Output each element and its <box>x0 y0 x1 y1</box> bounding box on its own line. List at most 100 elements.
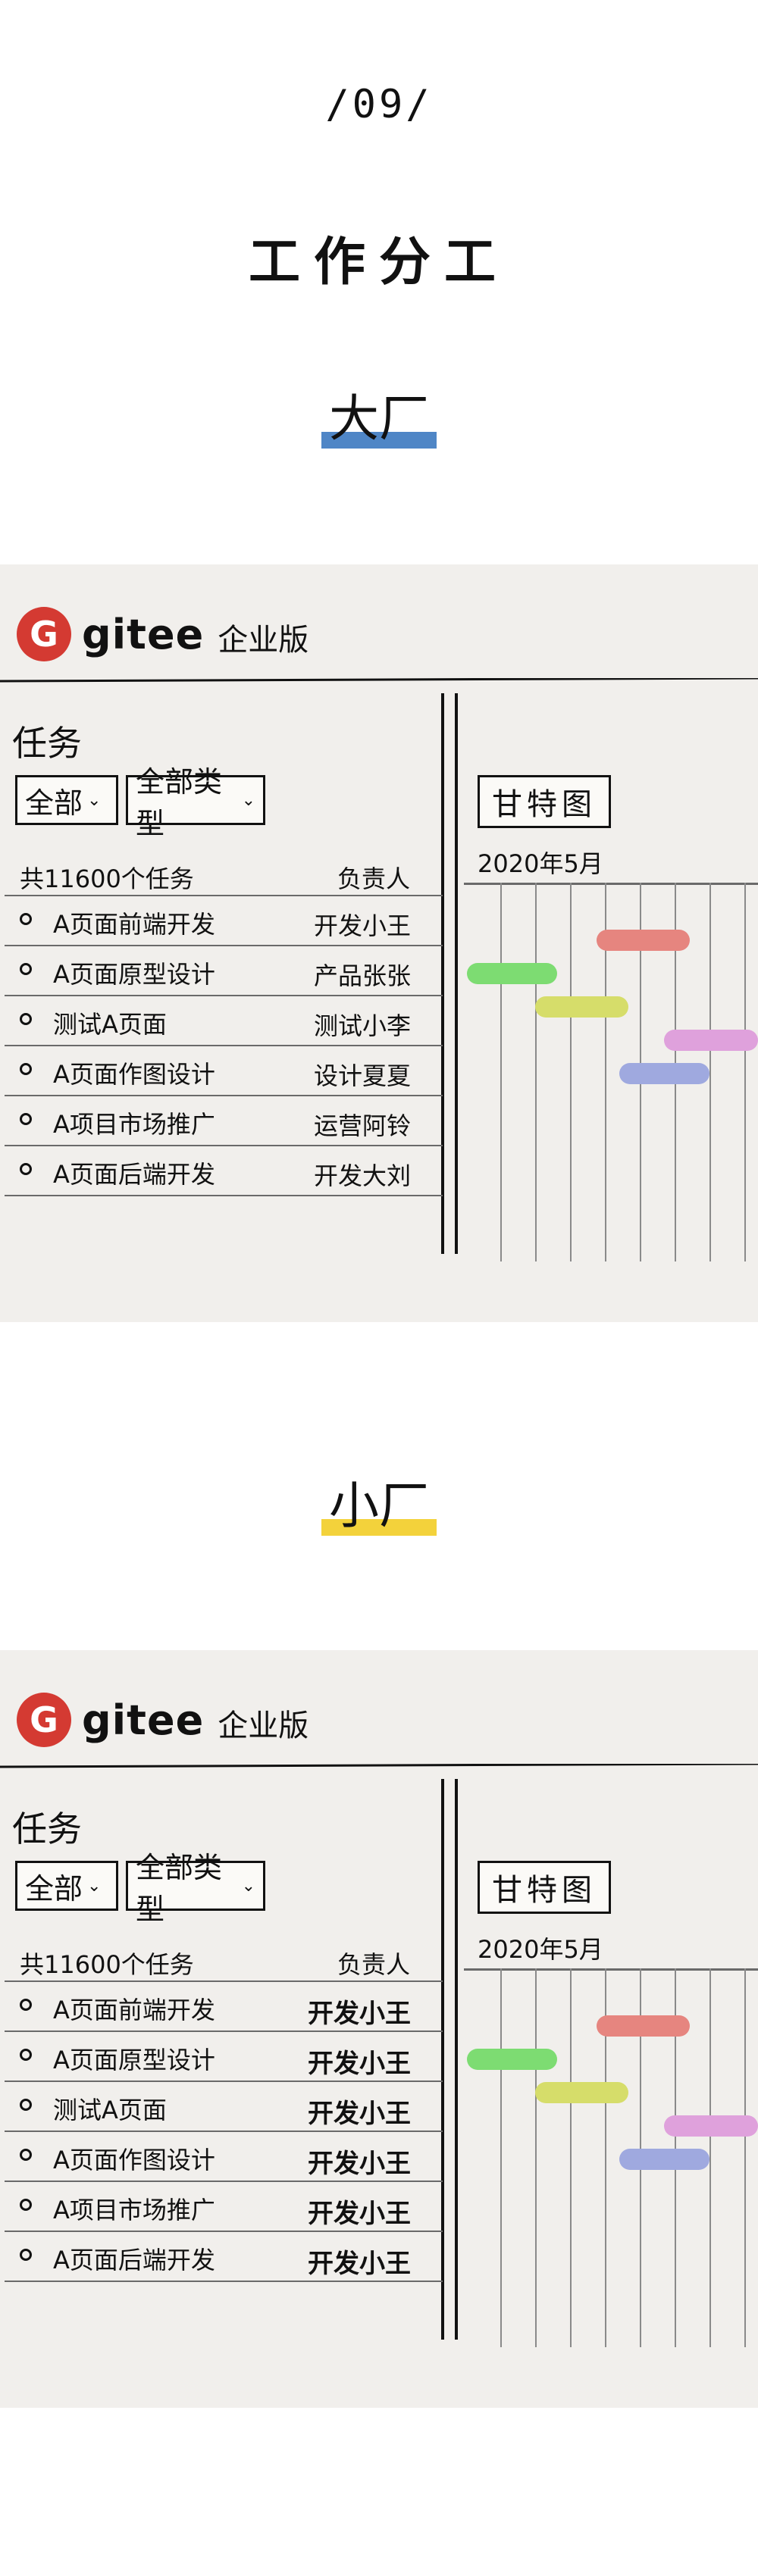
gantt-grid-line <box>744 883 746 1261</box>
task-name: A页面作图设计 <box>53 2146 215 2174</box>
panel-divider <box>455 693 458 1254</box>
task-row[interactable]: A项目市场推广 开发小王 <box>5 2182 443 2232</box>
task-row[interactable]: A页面前端开发 开发小王 <box>5 896 443 946</box>
task-status-circle-icon[interactable] <box>20 2149 32 2161</box>
task-status-circle-icon[interactable] <box>20 2099 32 2111</box>
list-header: 共11600个任务 负责人 <box>20 860 410 895</box>
app-panel-small: G gitee 企业版 任务 全部 ⌄ 全部类型 ⌄ 共11600个任务 负责人… <box>0 1650 758 2408</box>
task-status-circle-icon[interactable] <box>20 2249 32 2261</box>
task-name: A页面前端开发 <box>53 1996 215 2024</box>
filter-type-label: 全部类型 <box>136 765 223 840</box>
task-row[interactable]: A页面作图设计 开发小王 <box>5 2132 443 2182</box>
task-row[interactable]: A页面前端开发 开发小王 <box>5 1982 443 2032</box>
gantt-chart-button[interactable]: 甘特图 <box>478 775 611 828</box>
gantt-grid-line <box>500 883 502 1261</box>
panel-divider <box>455 1779 458 2340</box>
task-owner: 开发小王 <box>308 1999 411 2029</box>
filter-all-select[interactable]: 全部 ⌄ <box>15 1861 118 1911</box>
section-title-small: 小厂 <box>0 1481 758 1536</box>
tasks-heading: 任务 <box>12 1809 82 1849</box>
gantt-month: 2020年5月 <box>478 849 603 878</box>
task-name: A页面原型设计 <box>53 960 215 989</box>
gitee-logo-icon: G <box>17 1693 71 1747</box>
task-name: A页面前端开发 <box>53 910 215 939</box>
task-owner: 运营阿铃 <box>313 1111 411 1140</box>
gantt-bar[interactable] <box>664 1030 758 1051</box>
task-owner: 开发小王 <box>308 2149 411 2179</box>
gantt-grid-line <box>744 1968 746 2347</box>
gantt-grid-line <box>709 1968 711 2347</box>
task-status-circle-icon[interactable] <box>20 1999 32 2011</box>
gantt-bar[interactable] <box>619 1063 709 1084</box>
filter-all-select[interactable]: 全部 ⌄ <box>15 775 118 825</box>
chevron-down-icon: ⌄ <box>241 790 255 810</box>
brand-logo[interactable]: G gitee 企业版 <box>17 607 309 661</box>
task-row[interactable]: 测试A页面 开发小王 <box>5 2082 443 2132</box>
gantt-grid-line <box>709 883 711 1261</box>
task-owner: 产品张张 <box>313 961 411 990</box>
gantt-axis <box>464 883 758 885</box>
task-status-circle-icon[interactable] <box>20 1063 32 1075</box>
task-count: 共11600个任务 <box>20 1950 194 1979</box>
filter-type-select[interactable]: 全部类型 ⌄ <box>126 765 265 840</box>
filter-type-select[interactable]: 全部类型 ⌄ <box>126 1851 265 1926</box>
gantt-month: 2020年5月 <box>478 1935 603 1964</box>
filter-all-label: 全部 <box>25 1871 83 1905</box>
task-status-circle-icon[interactable] <box>20 963 32 975</box>
task-row[interactable]: A页面后端开发 开发大刘 <box>5 1146 443 1196</box>
task-name: A页面原型设计 <box>53 2046 215 2074</box>
gantt-bar[interactable] <box>534 996 629 1018</box>
task-owner: 开发小王 <box>308 2199 411 2229</box>
task-status-circle-icon[interactable] <box>20 2049 32 2061</box>
task-status-circle-icon[interactable] <box>20 1163 32 1175</box>
gantt-grid-line <box>570 883 572 1261</box>
task-owner: 开发小王 <box>313 911 411 940</box>
task-row[interactable]: A项目市场推广 运营阿铃 <box>5 1096 443 1146</box>
task-row[interactable]: A页面后端开发 开发小王 <box>5 2232 443 2282</box>
filter-type-label: 全部类型 <box>136 1851 223 1926</box>
task-row[interactable]: A页面原型设计 产品张张 <box>5 946 443 996</box>
gantt-grid-line <box>570 1968 572 2347</box>
list-header: 共11600个任务 负责人 <box>20 1946 410 1980</box>
task-status-circle-icon[interactable] <box>20 1013 32 1025</box>
header-line <box>0 678 758 683</box>
task-row[interactable]: A页面作图设计 设计夏夏 <box>5 1046 443 1096</box>
task-name: A页面后端开发 <box>53 1160 215 1189</box>
gantt-grid-line <box>535 1968 537 2347</box>
gantt-bar[interactable] <box>534 2082 629 2103</box>
page-number: /09/ <box>325 82 433 127</box>
header-line <box>0 1764 758 1768</box>
section-title-text: 大厂 <box>329 389 429 448</box>
chevron-down-icon: ⌄ <box>87 1876 102 1896</box>
gantt-axis <box>464 1968 758 1971</box>
task-status-circle-icon[interactable] <box>20 913 32 925</box>
task-status-circle-icon[interactable] <box>20 2199 32 2211</box>
gantt-bar[interactable] <box>596 2015 691 2037</box>
task-status-circle-icon[interactable] <box>20 1113 32 1125</box>
brand-name: gitee <box>82 1696 205 1744</box>
gitee-logo-icon: G <box>17 607 71 661</box>
gantt-bar[interactable] <box>596 930 691 951</box>
task-owner: 开发小王 <box>308 2099 411 2129</box>
section-title-big: 大厂 <box>0 394 758 449</box>
gantt-chart-button[interactable]: 甘特图 <box>478 1861 611 1914</box>
gantt-bar[interactable] <box>467 963 558 984</box>
task-owner: 开发小王 <box>308 2249 411 2279</box>
gantt-grid-line <box>535 883 537 1261</box>
task-name: A项目市场推广 <box>53 1110 215 1139</box>
gantt-bar[interactable] <box>467 2049 558 2070</box>
task-name: 测试A页面 <box>53 2096 167 2124</box>
task-row[interactable]: 测试A页面 测试小李 <box>5 996 443 1046</box>
brand-name: gitee <box>82 610 205 658</box>
brand-edition: 企业版 <box>218 1708 309 1743</box>
task-owner: 测试小李 <box>313 1011 411 1040</box>
task-name: A页面作图设计 <box>53 1060 215 1089</box>
task-owner: 开发大刘 <box>313 1161 411 1190</box>
task-name: 测试A页面 <box>53 1010 167 1039</box>
task-count: 共11600个任务 <box>20 864 194 893</box>
tasks-heading: 任务 <box>12 723 82 764</box>
task-row[interactable]: A页面原型设计 开发小王 <box>5 2032 443 2082</box>
brand-logo[interactable]: G gitee 企业版 <box>17 1693 309 1747</box>
gantt-bar[interactable] <box>619 2149 709 2170</box>
gantt-bar[interactable] <box>664 2115 758 2137</box>
